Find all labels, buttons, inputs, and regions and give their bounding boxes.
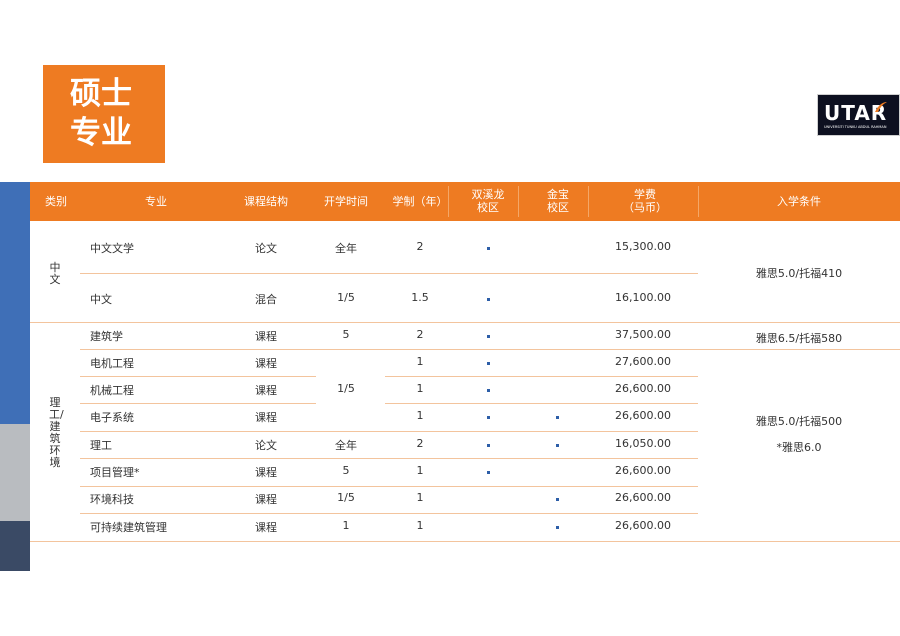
row-1-fee: 16,100.00	[615, 291, 671, 304]
row-8-duration: 1	[416, 491, 424, 504]
title-line-2: 专业	[70, 115, 132, 151]
row-3-major: 电机工程	[90, 357, 134, 370]
requirement-chinese: 雅思5.0/托福410	[755, 267, 843, 280]
row-1-structure: 混合	[255, 293, 277, 306]
row-2-major: 建筑学	[90, 330, 123, 343]
side-bar-blue	[0, 182, 30, 424]
header-campus-kampar: 金宝 校区	[547, 188, 569, 214]
header-campus-sungai-long: 双溪龙 校区	[471, 188, 505, 214]
row-3-duration: 1	[416, 355, 424, 368]
row-1-sungai-long-mark	[487, 298, 490, 301]
row-5-kampar-mark	[556, 416, 559, 419]
row-8-structure: 课程	[255, 493, 277, 506]
side-bar-gray	[0, 424, 30, 521]
row-6-sungai-long-mark	[487, 444, 490, 447]
logo-subtext: UNIVERSITI TUNKU ABDUL RAHMAN	[824, 125, 887, 129]
row-7-major: 项目管理*	[90, 466, 140, 479]
page-title: 硕士 专业	[43, 65, 165, 163]
requirement-engineering: 雅思5.0/托福500	[755, 415, 843, 428]
header-major: 专业	[145, 195, 167, 208]
row-6-fee: 16,050.00	[615, 437, 671, 450]
logo-swoosh-icon	[875, 102, 887, 112]
row-6-duration: 2	[416, 437, 424, 450]
utar-logo: UTAR UNIVERSITI TUNKU ABDUL RAHMAN	[817, 94, 900, 136]
side-bar-navy	[0, 521, 30, 571]
header-duration: 学制（年）	[392, 195, 448, 208]
requirement-engineering-ielts: *雅思6.0	[776, 441, 822, 454]
row-0-fee: 15,300.00	[615, 240, 671, 253]
row-7-fee: 26,600.00	[615, 464, 671, 477]
row-3-sungai-long-mark	[487, 362, 490, 365]
row-8-kampar-mark	[556, 498, 559, 501]
row-3-structure: 课程	[255, 357, 277, 370]
row-5-duration: 1	[416, 409, 424, 422]
row-2-intake: 5	[342, 328, 350, 341]
row-6-structure: 论文	[255, 439, 277, 452]
row-0-duration: 2	[416, 240, 424, 253]
row-4-duration: 1	[416, 382, 424, 395]
row-4-major: 机械工程	[90, 384, 134, 397]
requirement-architecture: 雅思6.5/托福580	[755, 332, 843, 345]
row-7-duration: 1	[416, 464, 424, 477]
row-6-major: 理工	[90, 439, 112, 452]
header-intake: 开学时间	[324, 195, 368, 208]
row-1-duration: 1.5	[411, 291, 429, 304]
row-8-fee: 26,600.00	[615, 491, 671, 504]
row-9-fee: 26,600.00	[615, 519, 671, 532]
row-6-kampar-mark	[556, 444, 559, 447]
row-1-major: 中文	[90, 293, 112, 306]
row-2-fee: 37,500.00	[615, 328, 671, 341]
row-9-intake: 1	[342, 519, 350, 532]
row-2-structure: 课程	[255, 330, 277, 343]
row-6-intake: 全年	[335, 439, 357, 452]
group-label-chinese: 中文	[49, 261, 61, 286]
row-0-structure: 论文	[255, 242, 277, 255]
row-5-major: 电子系统	[90, 411, 134, 424]
header-requirement: 入学条件	[777, 195, 821, 208]
row-2-sungai-long-mark	[487, 335, 490, 338]
header-structure: 课程结构	[244, 195, 288, 208]
row-1-intake: 1/5	[337, 291, 355, 304]
row-9-kampar-mark	[556, 526, 559, 529]
row-9-structure: 课程	[255, 521, 277, 534]
row-0-sungai-long-mark	[487, 247, 490, 250]
row-7-structure: 课程	[255, 466, 277, 479]
row-9-major: 可持续建筑管理	[90, 521, 167, 534]
row-4-structure: 课程	[255, 384, 277, 397]
row-8-major: 环境科技	[90, 493, 134, 506]
row-0-intake: 全年	[335, 242, 357, 255]
row-5-sungai-long-mark	[487, 416, 490, 419]
title-line-1: 硕士	[70, 76, 132, 112]
row-7-sungai-long-mark	[487, 471, 490, 474]
row-9-duration: 1	[416, 519, 424, 532]
row-4-intake: 1/5	[337, 382, 355, 395]
row-0-major: 中文文学	[90, 242, 134, 255]
row-4-sungai-long-mark	[487, 389, 490, 392]
header-fee: 学费 （马币）	[623, 188, 667, 214]
row-5-fee: 26,600.00	[615, 409, 671, 422]
row-8-intake: 1/5	[337, 491, 355, 504]
row-7-intake: 5	[342, 464, 350, 477]
row-2-duration: 2	[416, 328, 424, 341]
row-4-fee: 26,600.00	[615, 382, 671, 395]
row-3-fee: 27,600.00	[615, 355, 671, 368]
group-label-engineering: 理工/建筑环境	[49, 396, 64, 469]
programme-table: 类别 专业 课程结构 开学时间 学制（年） 双溪龙 校区 金宝 校区 学费 （马币） …	[30, 182, 900, 542]
header-category: 类别	[45, 195, 67, 208]
row-5-structure: 课程	[255, 411, 277, 424]
